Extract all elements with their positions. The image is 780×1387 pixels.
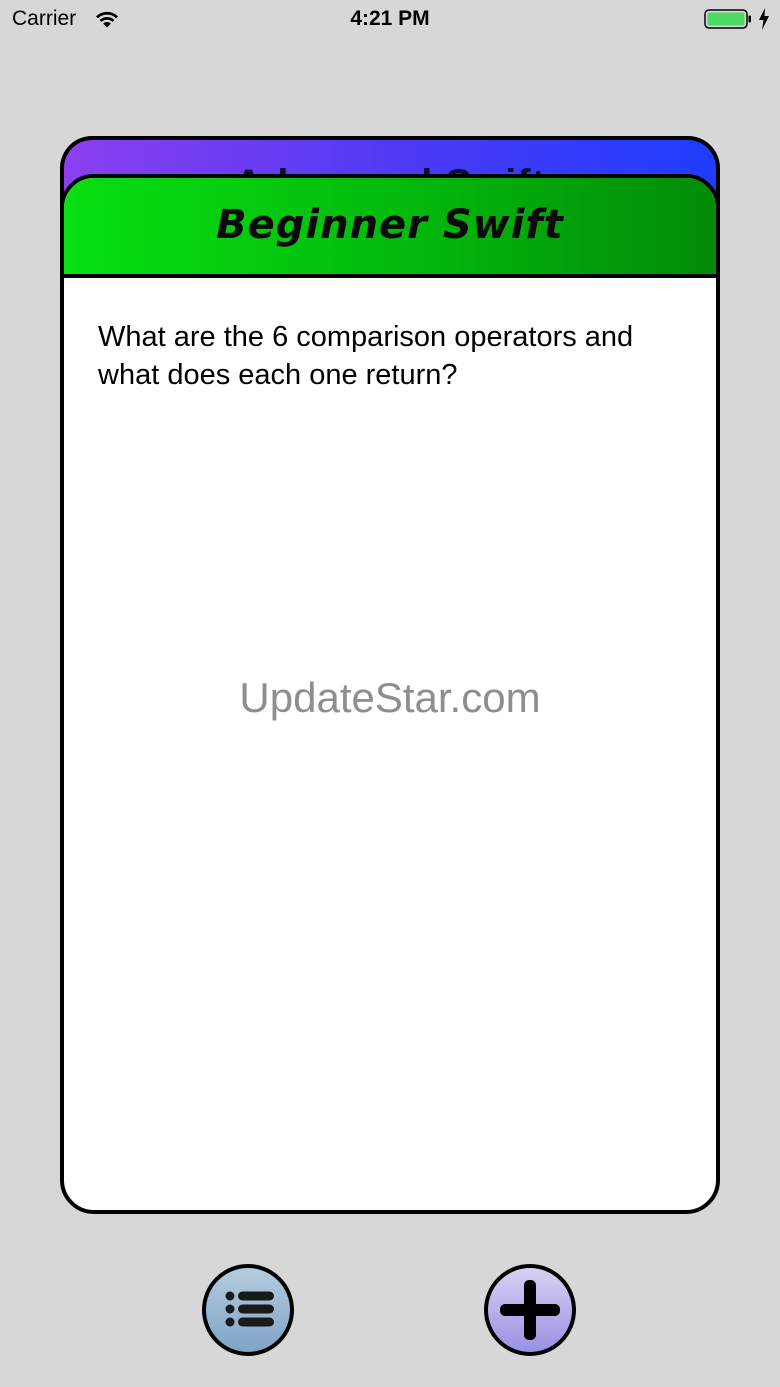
battery-icon (704, 9, 751, 29)
deck-list-button[interactable] (202, 1264, 294, 1356)
watermark: UpdateStar.com (239, 674, 541, 721)
flashcard-header: Beginner Swift (64, 178, 716, 278)
status-time: 4:21 PM (350, 7, 430, 30)
deck-title: Beginner Swift (216, 202, 564, 248)
status-bar: Carrier 4:21 PM (0, 0, 780, 40)
add-card-button[interactable] (484, 1264, 576, 1356)
flashcard[interactable]: Beginner Swift What are the 6 comparison… (60, 174, 720, 1214)
question-text: What are the 6 comparison operators and … (98, 321, 634, 391)
plus-icon (500, 1280, 560, 1340)
list-icon (225, 1291, 274, 1327)
charging-bolt-icon (759, 8, 769, 30)
